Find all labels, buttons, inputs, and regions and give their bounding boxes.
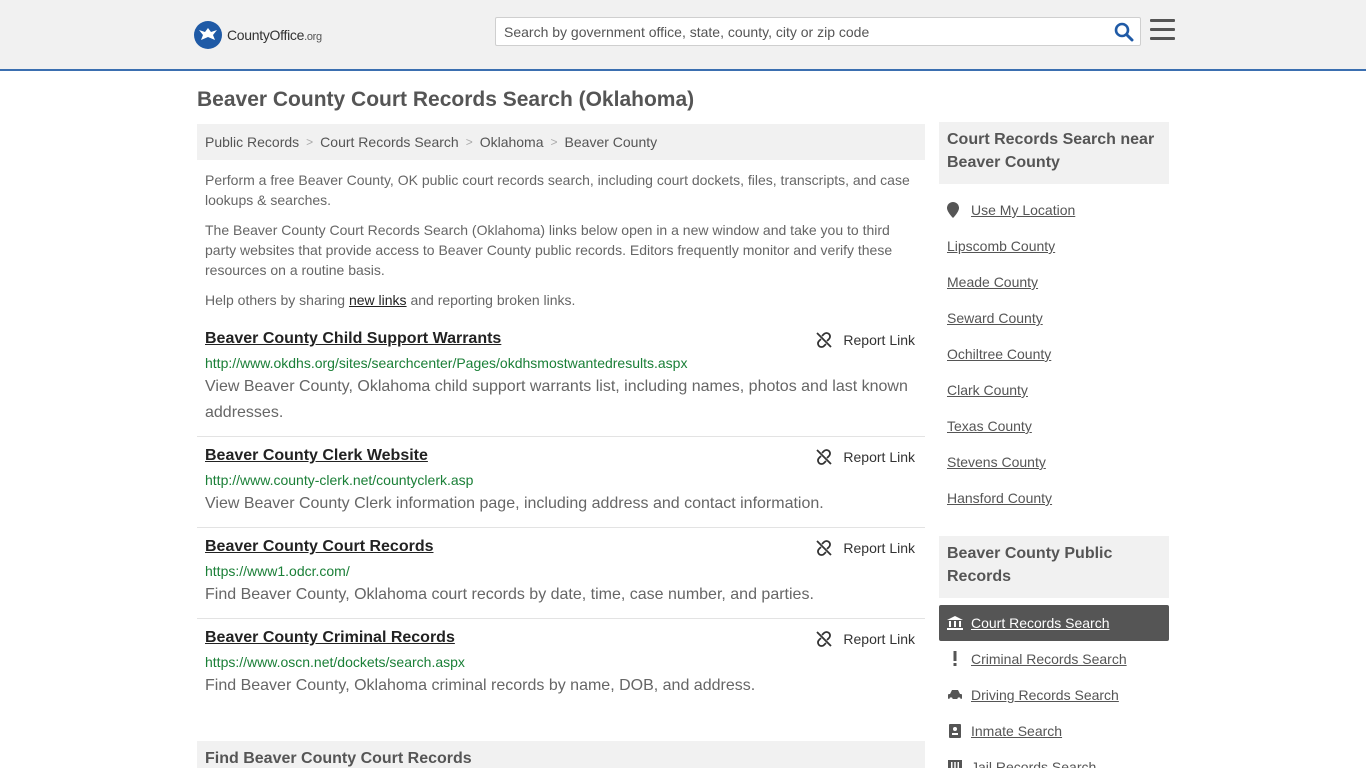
result-url: http://www.county-clerk.net/countyclerk.…	[205, 472, 474, 488]
breadcrumb-oklahoma[interactable]: Oklahoma	[480, 134, 544, 150]
exclamation-icon	[947, 651, 963, 667]
result-description: View Beaver County Clerk information pag…	[205, 495, 824, 512]
result-title-link[interactable]: Beaver County Clerk Website	[205, 447, 428, 465]
breadcrumb: Public Records > Court Records Search > …	[197, 124, 925, 160]
use-my-location-link[interactable]: Use My Location	[947, 202, 1075, 218]
eagle-icon	[194, 21, 222, 49]
broken-link-icon	[816, 631, 833, 647]
search-box	[495, 17, 1141, 46]
report-link-button[interactable]: Report Link	[816, 540, 915, 556]
result-url: https://www1.odcr.com/	[205, 563, 350, 579]
chevron-right-icon: >	[465, 135, 473, 149]
sidebar-item-jail-records-search[interactable]: Jail Records Search	[939, 749, 1169, 768]
result-url: http://www.okdhs.org/sites/searchcenter/…	[205, 355, 688, 371]
result-description: Find Beaver County, Oklahoma criminal re…	[205, 677, 756, 694]
jail-icon	[947, 759, 963, 768]
page-title: Beaver County Court Records Search (Okla…	[197, 88, 695, 111]
breadcrumb-public-records[interactable]: Public Records	[205, 134, 299, 150]
new-links-link[interactable]: new links	[349, 292, 407, 308]
result-item: Beaver County Clerk Website Report Link …	[197, 447, 925, 528]
report-link-button[interactable]: Report Link	[816, 631, 915, 647]
sidebar-item-court-records-search[interactable]: Court Records Search	[939, 605, 1169, 641]
report-link-button[interactable]: Report Link	[816, 332, 915, 348]
nearby-county-link[interactable]: Seward County	[947, 310, 1043, 326]
intro-paragraph-2: The Beaver County Court Records Search (…	[205, 222, 893, 278]
nearby-county-link[interactable]: Clark County	[947, 382, 1028, 398]
nearby-county-link[interactable]: Stevens County	[947, 454, 1046, 470]
search-icon[interactable]	[1114, 22, 1134, 42]
broken-link-icon	[816, 540, 833, 556]
intro-paragraph-3: Help others by sharing new links and rep…	[205, 292, 576, 308]
nearby-county-link[interactable]: Texas County	[947, 418, 1032, 434]
chevron-right-icon: >	[306, 135, 314, 149]
public-records-heading: Beaver County Public Records	[939, 536, 1169, 598]
sidebar-item-criminal-records-search[interactable]: Criminal Records Search	[939, 641, 1169, 677]
sidebar-item-driving-records-search[interactable]: Driving Records Search	[939, 677, 1169, 713]
result-item: Beaver County Child Support Warrants Rep…	[197, 330, 925, 437]
result-title-link[interactable]: Beaver County Criminal Records	[205, 629, 455, 647]
site-logo[interactable]: CountyOffice.org	[194, 20, 322, 50]
result-item: Beaver County Criminal Records Report Li…	[197, 629, 925, 710]
result-description: View Beaver County, Oklahoma child suppo…	[205, 378, 908, 421]
intro-paragraph-1: Perform a free Beaver County, OK public …	[205, 172, 910, 208]
result-title-link[interactable]: Beaver County Court Records	[205, 538, 434, 556]
map-marker-icon	[947, 202, 959, 218]
courthouse-icon	[947, 615, 963, 631]
result-item: Beaver County Court Records Report Link …	[197, 538, 925, 619]
result-description: Find Beaver County, Oklahoma court recor…	[205, 586, 814, 603]
nearby-county-link[interactable]: Hansford County	[947, 490, 1052, 506]
sidebar-item-inmate-search[interactable]: Inmate Search	[939, 713, 1169, 749]
breadcrumb-court-records-search[interactable]: Court Records Search	[320, 134, 459, 150]
nearby-heading: Court Records Search near Beaver County	[939, 122, 1169, 184]
logo-text: CountyOffice.org	[227, 27, 322, 43]
report-link-button[interactable]: Report Link	[816, 449, 915, 465]
broken-link-icon	[816, 449, 833, 465]
breadcrumb-beaver-county[interactable]: Beaver County	[565, 134, 658, 150]
nearby-county-link[interactable]: Meade County	[947, 274, 1038, 290]
search-input[interactable]	[496, 18, 1106, 45]
broken-link-icon	[816, 332, 833, 348]
nearby-county-link[interactable]: Ochiltree County	[947, 346, 1051, 362]
result-title-link[interactable]: Beaver County Child Support Warrants	[205, 330, 501, 348]
result-url: https://www.oscn.net/dockets/search.aspx	[205, 654, 465, 670]
nearby-county-link[interactable]: Lipscomb County	[947, 238, 1055, 254]
car-icon	[947, 687, 963, 703]
chevron-right-icon: >	[550, 135, 558, 149]
find-court-records-heading: Find Beaver County Court Records	[197, 741, 925, 768]
hamburger-menu-icon[interactable]	[1150, 19, 1175, 41]
site-header: CountyOffice.org	[0, 0, 1366, 71]
id-card-icon	[947, 723, 963, 739]
